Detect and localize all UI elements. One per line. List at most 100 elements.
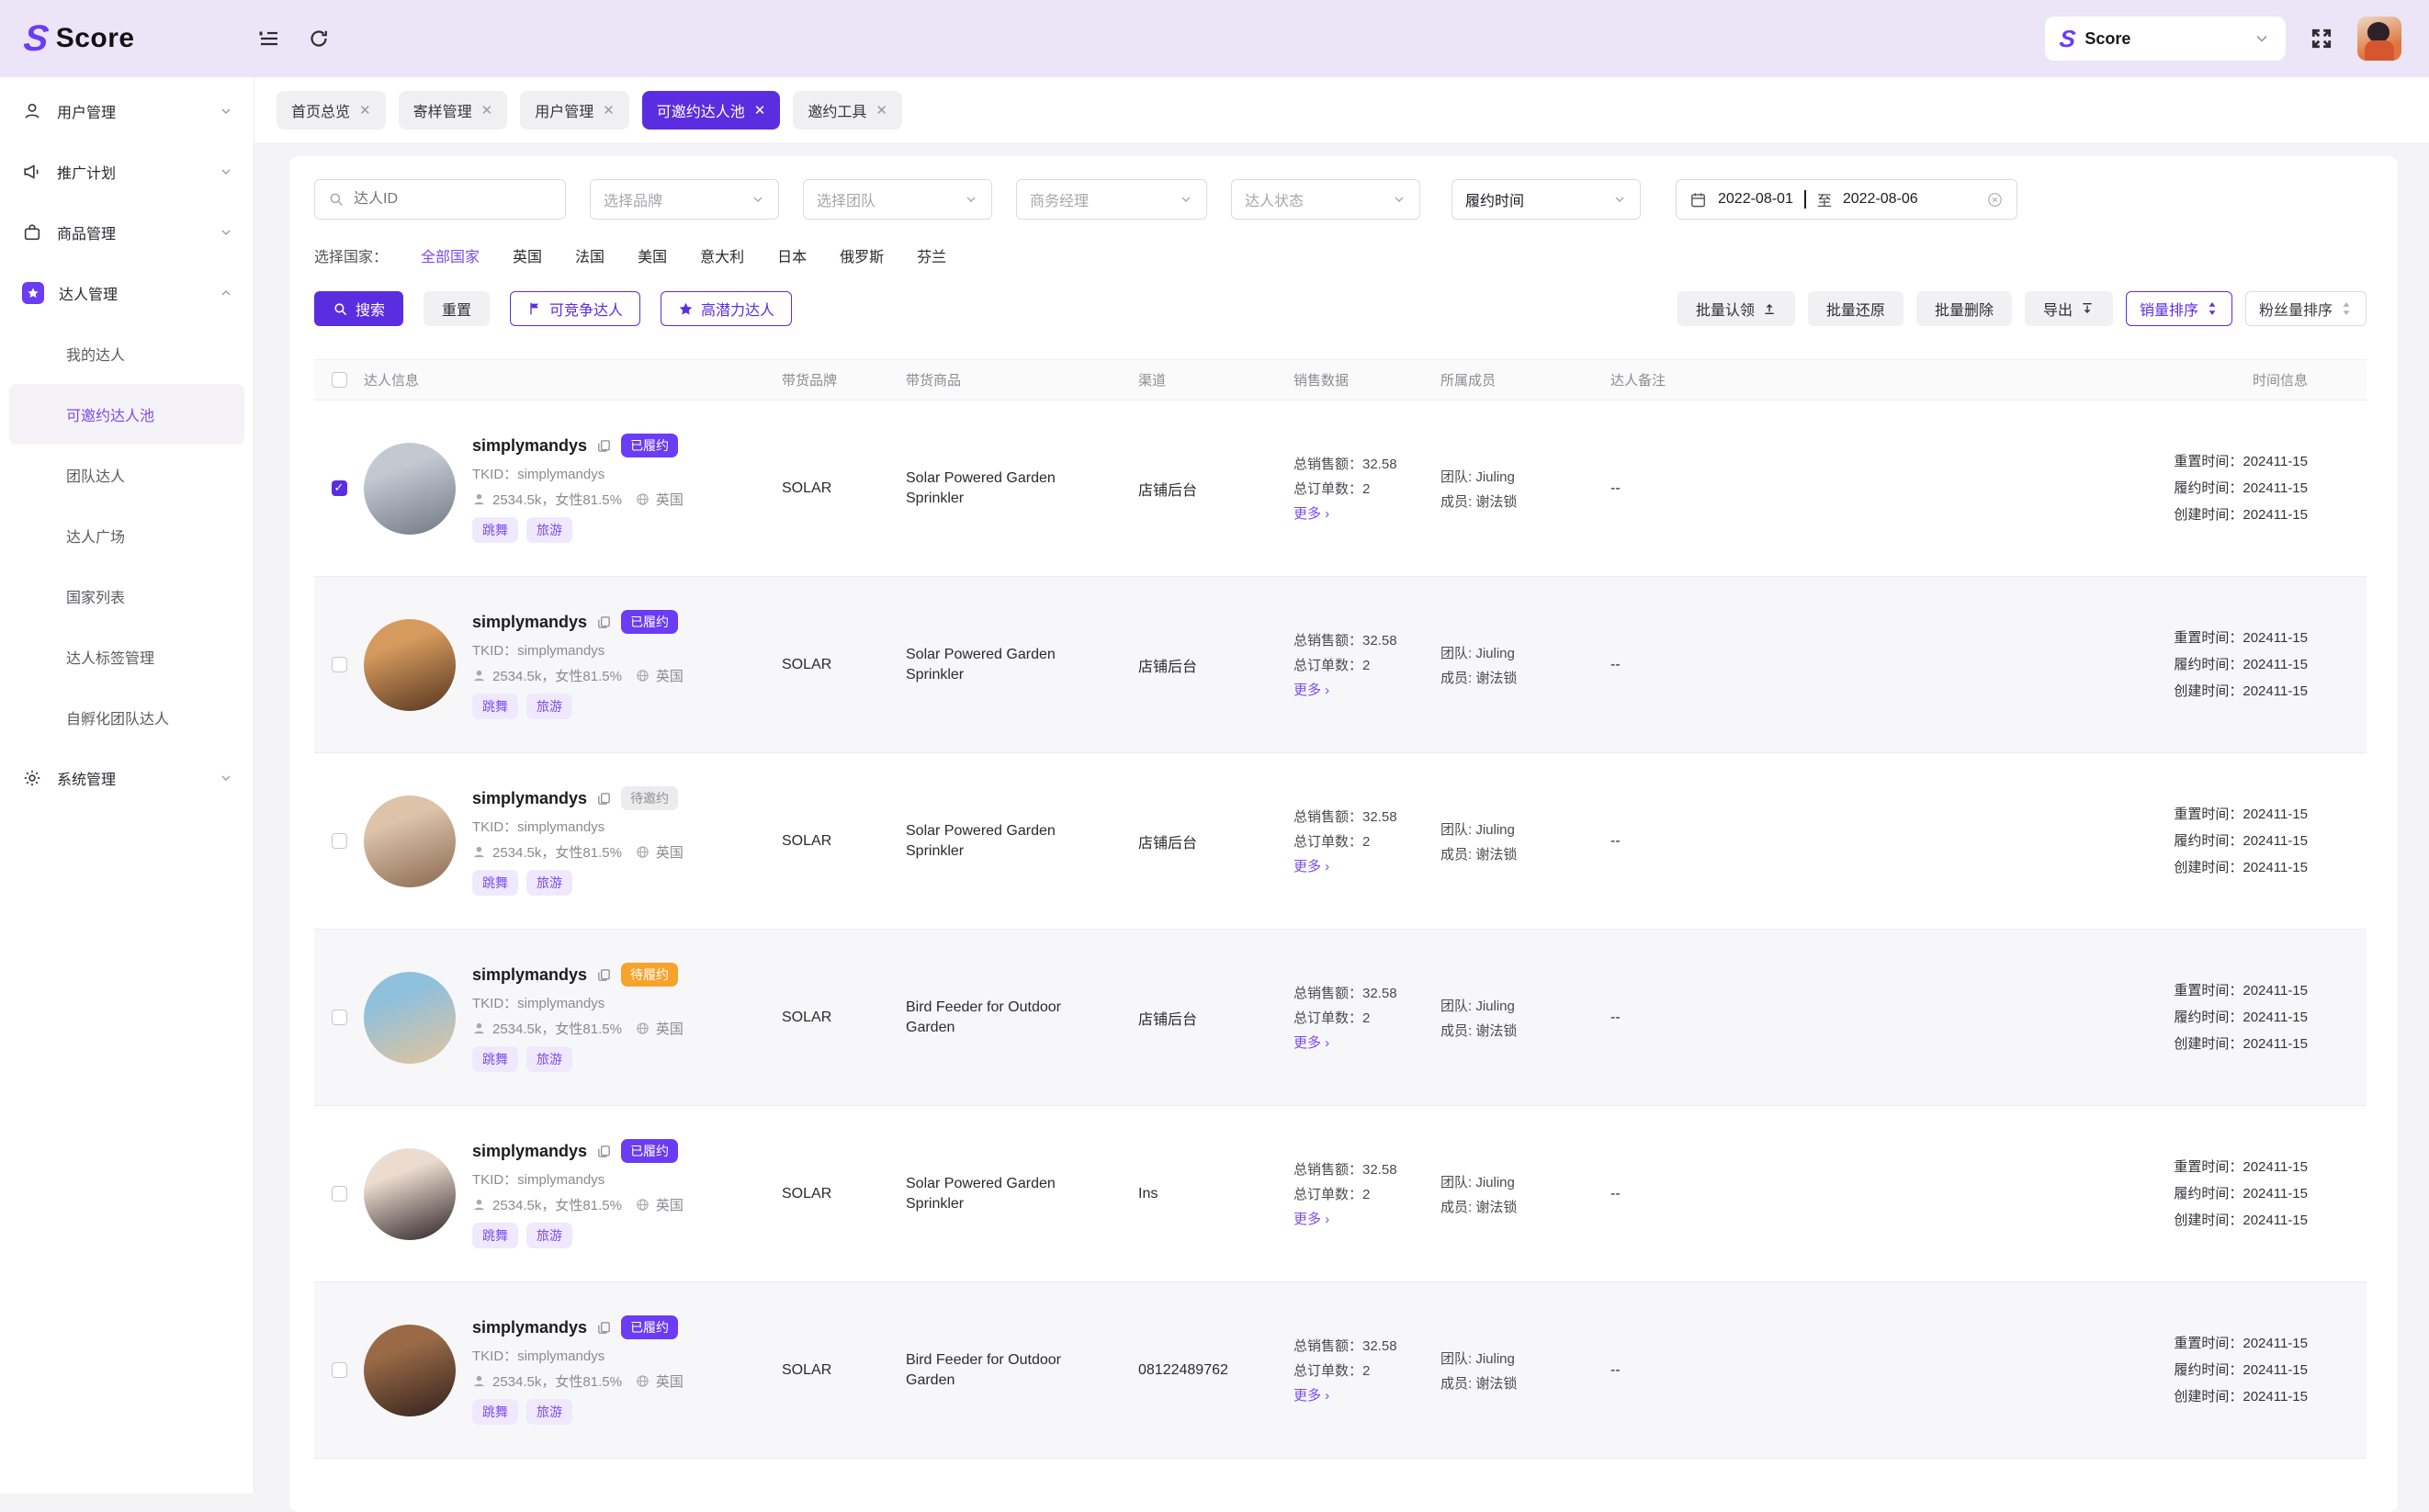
workspace-select[interactable]: S Score [2045, 17, 2286, 61]
country-option-italy[interactable]: 意大利 [700, 244, 744, 266]
close-icon[interactable]: ✕ [876, 102, 887, 118]
sidebar-item-invitable-talent-pool[interactable]: 可邀约达人池 [9, 384, 244, 445]
talent-tag[interactable]: 跳舞 [472, 870, 518, 896]
talent-tag[interactable]: 旅游 [526, 870, 572, 896]
country-option-france[interactable]: 法国 [575, 244, 604, 266]
row-checkbox[interactable] [332, 480, 347, 496]
sidebar-collapse-icon[interactable] [258, 28, 280, 50]
button-label: 重置 [442, 298, 471, 320]
refresh-icon[interactable] [308, 28, 330, 50]
row-checkbox[interactable] [332, 833, 347, 849]
date-range-picker[interactable]: 2022-08-01 至 2022-08-06 [1676, 179, 2017, 220]
talent-tag[interactable]: 跳舞 [472, 1223, 518, 1248]
more-link[interactable]: 更多 › [1294, 856, 1427, 875]
country-option-japan[interactable]: 日本 [777, 244, 807, 266]
talent-name[interactable]: simplymandys [472, 965, 587, 985]
batch-delete-button[interactable]: 批量删除 [1916, 291, 2012, 326]
sidebar-item-promotion-plan[interactable]: 推广计划 [0, 141, 254, 202]
select-all-checkbox[interactable] [332, 372, 347, 388]
talent-id-input[interactable] [354, 191, 537, 208]
row-checkbox[interactable] [332, 1362, 347, 1378]
talent-tag[interactable]: 旅游 [526, 1223, 572, 1248]
sales-sort-button[interactable]: 销量排序 [2126, 291, 2232, 326]
sidebar-item-my-talents[interactable]: 我的达人 [9, 323, 244, 384]
tab-home-overview[interactable]: 首页总览✕ [277, 91, 386, 130]
tab-invitable-talent-pool[interactable]: 可邀约达人池✕ [642, 91, 781, 130]
sidebar-item-user-management[interactable]: 用户管理 [0, 81, 254, 141]
tab-invitation-tools[interactable]: 邀约工具✕ [793, 91, 902, 130]
sidebar-item-talent-square[interactable]: 达人广场 [9, 505, 244, 566]
talent-tag[interactable]: 旅游 [526, 517, 572, 543]
sidebar-item-country-list[interactable]: 国家列表 [9, 566, 244, 626]
team-select[interactable]: 选择团队 [803, 179, 992, 220]
talent-name[interactable]: simplymandys [472, 1142, 587, 1161]
copy-icon[interactable] [596, 1144, 612, 1159]
sidebar-item-team-talents[interactable]: 团队达人 [9, 445, 244, 505]
brand-select[interactable]: 选择品牌 [590, 179, 779, 220]
sidebar-item-talent-management[interactable]: 达人管理 [0, 263, 254, 323]
tab-user-management[interactable]: 用户管理✕ [520, 91, 629, 130]
talent-tag[interactable]: 旅游 [526, 1399, 572, 1425]
talent-tag[interactable]: 旅游 [526, 694, 572, 719]
search-button[interactable]: 搜索 [314, 291, 403, 326]
close-icon[interactable]: ✕ [481, 102, 493, 118]
fullscreen-icon[interactable] [2310, 27, 2333, 51]
batch-restore-button[interactable]: 批量还原 [1808, 291, 1904, 326]
country-option-usa[interactable]: 美国 [638, 244, 667, 266]
date-end-value[interactable]: 2022-08-06 [1843, 191, 1918, 208]
user-avatar[interactable] [2357, 17, 2401, 61]
sidebar-item-self-incubated-team-talents[interactable]: 自孵化团队达人 [9, 687, 244, 748]
more-link[interactable]: 更多 › [1294, 1385, 1427, 1405]
row-checkbox[interactable] [332, 1186, 347, 1202]
country-option-russia[interactable]: 俄罗斯 [840, 244, 884, 266]
business-manager-select[interactable]: 商务经理 [1016, 179, 1207, 220]
copy-icon[interactable] [596, 791, 612, 807]
close-icon[interactable]: ✕ [359, 102, 371, 118]
channel-cell: 店铺后台 [1124, 1007, 1280, 1029]
tab-sample-management[interactable]: 寄样管理✕ [399, 91, 508, 130]
talent-name[interactable]: simplymandys [472, 789, 587, 808]
more-link[interactable]: 更多 › [1294, 503, 1427, 523]
talent-id-search-input[interactable] [314, 179, 566, 220]
talent-name[interactable]: simplymandys [472, 436, 587, 456]
followers-icon [472, 492, 486, 506]
talent-status-select[interactable]: 达人状态 [1231, 179, 1420, 220]
country-option-finland[interactable]: 芬兰 [917, 244, 946, 266]
talent-name[interactable]: simplymandys [472, 613, 587, 632]
country-filter-row: 选择国家： 全部国家 英国 法国 美国 意大利 日本 俄罗斯 芬兰 [314, 244, 2367, 266]
talent-tag[interactable]: 跳舞 [472, 694, 518, 719]
followers-stats: 2534.5k，女性81.5% [492, 1195, 622, 1214]
talent-tag[interactable]: 跳舞 [472, 1399, 518, 1425]
followers-sort-button[interactable]: 粉丝量排序 [2245, 291, 2367, 326]
sidebar-item-talent-tag-management[interactable]: 达人标签管理 [9, 626, 244, 687]
more-link[interactable]: 更多 › [1294, 1209, 1427, 1228]
sidebar-item-product-management[interactable]: 商品管理 [0, 202, 254, 263]
copy-icon[interactable] [596, 1320, 612, 1336]
talent-tag[interactable]: 跳舞 [472, 1046, 518, 1072]
talent-tag[interactable]: 旅游 [526, 1046, 572, 1072]
copy-icon[interactable] [596, 967, 612, 983]
sidebar-item-system-management[interactable]: 系统管理 [0, 748, 254, 808]
copy-icon[interactable] [596, 438, 612, 454]
talent-tag[interactable]: 跳舞 [472, 517, 518, 543]
close-icon[interactable]: ✕ [754, 102, 766, 118]
country-option-uk[interactable]: 英国 [513, 244, 542, 266]
reset-button[interactable]: 重置 [424, 291, 490, 326]
row-checkbox[interactable] [332, 657, 347, 672]
close-icon[interactable]: ✕ [603, 102, 615, 118]
more-link[interactable]: 更多 › [1294, 1032, 1427, 1052]
tkid-line: TKID：simplymandys [472, 640, 684, 660]
batch-claim-button[interactable]: 批量认领 [1678, 291, 1795, 326]
clear-icon[interactable] [1986, 191, 2004, 209]
row-checkbox[interactable] [332, 1010, 347, 1025]
high-potential-talents-button[interactable]: 高潜力达人 [661, 291, 792, 326]
time-type-select[interactable]: 履约时间 [1452, 179, 1641, 220]
talent-name[interactable]: simplymandys [472, 1318, 587, 1337]
copy-icon[interactable] [596, 615, 612, 630]
date-start-value[interactable]: 2022-08-01 [1718, 191, 1793, 208]
country-option-all[interactable]: 全部国家 [421, 244, 480, 266]
export-button[interactable]: 导出 [2025, 291, 2113, 326]
create-time: 创建时间：202411-15 [2151, 854, 2308, 881]
competitive-talents-button[interactable]: 可竞争达人 [510, 291, 640, 326]
more-link[interactable]: 更多 › [1294, 680, 1427, 699]
